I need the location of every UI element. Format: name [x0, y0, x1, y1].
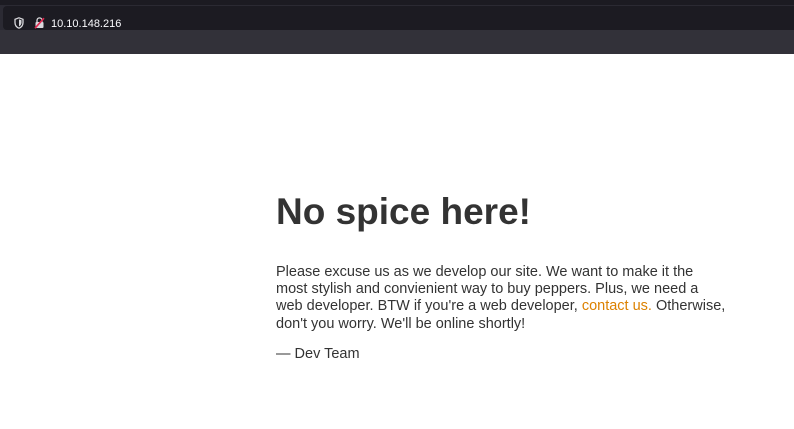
- url-text[interactable]: 10.10.148.216: [51, 17, 121, 31]
- page-title: No spice here!: [276, 191, 531, 232]
- contact-us-link[interactable]: contact us.: [582, 298, 652, 314]
- tab-strip: [0, 0, 794, 5]
- page-content: No spice here! Please excuse us as we de…: [276, 190, 726, 363]
- intro-paragraph: Please excuse us as we develop our site.…: [276, 264, 726, 333]
- signoff-text: — Dev Team: [276, 345, 360, 362]
- shield-icon[interactable]: [14, 17, 24, 29]
- browser-toolbar: 10.10.148.216: [0, 0, 794, 54]
- bookmarks-area: [0, 30, 794, 54]
- insecure-lock-icon[interactable]: [34, 17, 45, 29]
- address-bar[interactable]: 10.10.148.216: [3, 6, 794, 30]
